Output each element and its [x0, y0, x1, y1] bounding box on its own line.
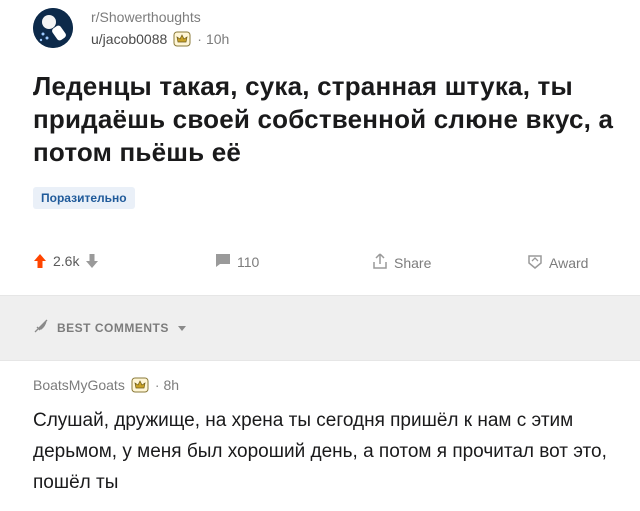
post-author[interactable]: u/jacob0088 [91, 31, 167, 47]
subreddit-avatar-icon[interactable] [33, 8, 73, 48]
award-label: Award [549, 254, 589, 271]
sort-rocket-icon [33, 318, 49, 337]
comment-meta: BoatsMyGoats · 8h [33, 377, 179, 393]
award-badge-icon [131, 377, 149, 393]
post-card: r/Showerthoughts u/jacob0088 · 10h Леден… [0, 0, 640, 290]
comment-age: 8h [163, 377, 180, 393]
share-label: Share [394, 254, 432, 271]
post-actions: 2.6k 110 Share Award [0, 247, 640, 277]
comments-sort-bar: BEST COMMENTS [0, 295, 640, 361]
vote-controls: 2.6k [33, 253, 99, 269]
award-icon [527, 253, 543, 272]
post-flair[interactable]: Поразительно [33, 187, 135, 209]
sort-selector[interactable]: BEST COMMENTS [33, 318, 187, 337]
meta-separator: · [197, 31, 202, 47]
post-age: 10h [205, 31, 230, 47]
award-button[interactable]: Award [527, 253, 588, 272]
award-badge-icon [173, 31, 191, 47]
comments-count: 110 [237, 254, 260, 270]
subreddit-name[interactable]: r/Showerthoughts [91, 9, 201, 25]
downvote-icon[interactable] [85, 253, 99, 269]
comment-text: Слушай, дружище, на хрена ты сегодня при… [33, 410, 607, 493]
chevron-down-icon [177, 321, 187, 335]
vote-score: 2.6k [53, 253, 80, 269]
sort-label: BEST COMMENTS [57, 320, 169, 335]
meta-separator: · [154, 377, 160, 393]
comments-button[interactable]: 110 [215, 253, 259, 271]
comment-icon [215, 253, 231, 271]
post-meta: u/jacob0088 · 10h [91, 31, 229, 47]
comment-author[interactable]: BoatsMyGoats [33, 377, 125, 393]
upvote-icon[interactable] [33, 253, 47, 269]
post-title[interactable]: Леденцы такая, сука, странная штука, ты … [33, 70, 618, 169]
share-button[interactable]: Share [372, 253, 431, 272]
share-icon [372, 253, 388, 272]
